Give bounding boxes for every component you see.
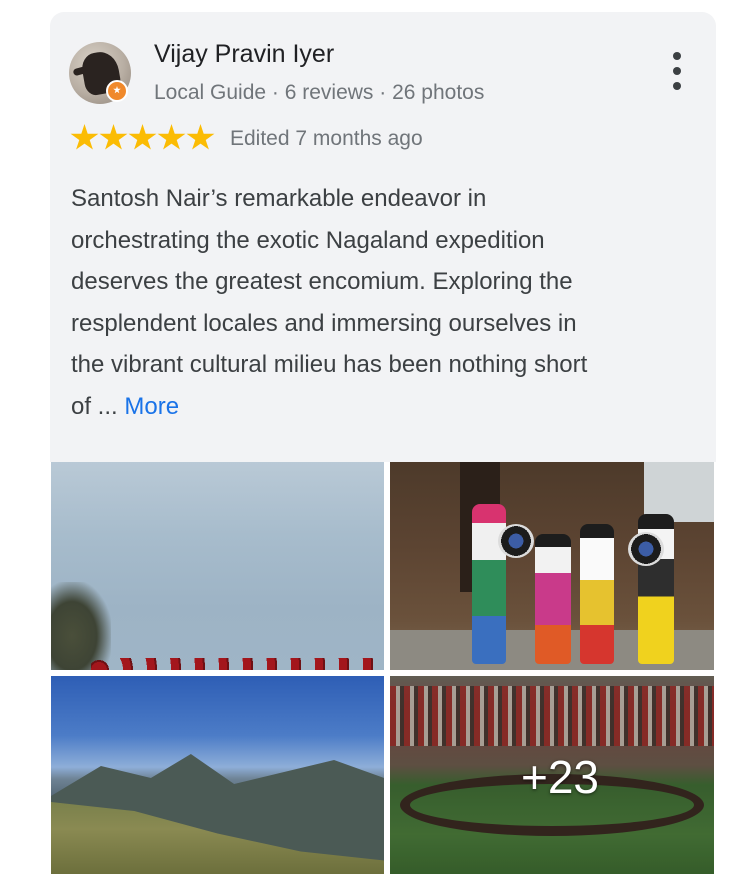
star-icon	[157, 124, 186, 150]
photo-tree	[51, 582, 111, 670]
review-photo-sky[interactable]	[51, 462, 384, 670]
review-photo-hills[interactable]	[51, 676, 384, 874]
local-guide-badge-icon	[106, 80, 128, 102]
kebab-dot	[673, 67, 681, 75]
star-icon	[99, 124, 128, 150]
rating-stars	[70, 124, 215, 154]
more-photos-count[interactable]: +23	[390, 750, 714, 804]
photo-dancer	[535, 534, 571, 664]
review-text-line: Santosh Nair’s remarkable endeavor in	[71, 185, 487, 212]
author-name[interactable]: Vijay Pravin Iyer	[154, 40, 334, 69]
author-meta[interactable]: Local Guide · 6 reviews · 26 photos	[154, 81, 484, 105]
photo-dancer	[580, 524, 614, 664]
review-photo-festival[interactable]: +23	[390, 676, 714, 874]
star-icon	[70, 124, 99, 150]
more-link[interactable]: More	[124, 393, 179, 420]
star-icon	[186, 124, 215, 150]
review-text-line: resplendent locales and immersing oursel…	[71, 309, 577, 337]
review-text-line: deserves the greatest encomium. Explorin…	[71, 268, 573, 296]
photo-flowers	[91, 658, 384, 670]
photo-shield	[628, 532, 664, 566]
review-text-truncated: of ...	[71, 392, 118, 420]
review-text-line: the vibrant cultural milieu has been not…	[71, 351, 588, 379]
review-text-line: orchestrating the exotic Nagaland expedi…	[71, 226, 545, 254]
star-icon	[128, 124, 157, 150]
photo-dancer	[472, 504, 506, 664]
more-vertical-icon[interactable]	[664, 52, 690, 92]
photo-building	[644, 462, 714, 522]
review-text-last-line: of ... More	[71, 386, 711, 428]
photo-shield	[498, 524, 534, 558]
kebab-dot	[673, 52, 681, 60]
review-text: Santosh Nair’s remarkable endeavor in or…	[71, 178, 711, 428]
kebab-dot	[673, 82, 681, 90]
edited-timestamp: Edited 7 months ago	[230, 127, 423, 150]
review-photo-dancers[interactable]	[390, 462, 714, 670]
review-card: Vijay Pravin Iyer Local Guide · 6 review…	[50, 12, 716, 462]
